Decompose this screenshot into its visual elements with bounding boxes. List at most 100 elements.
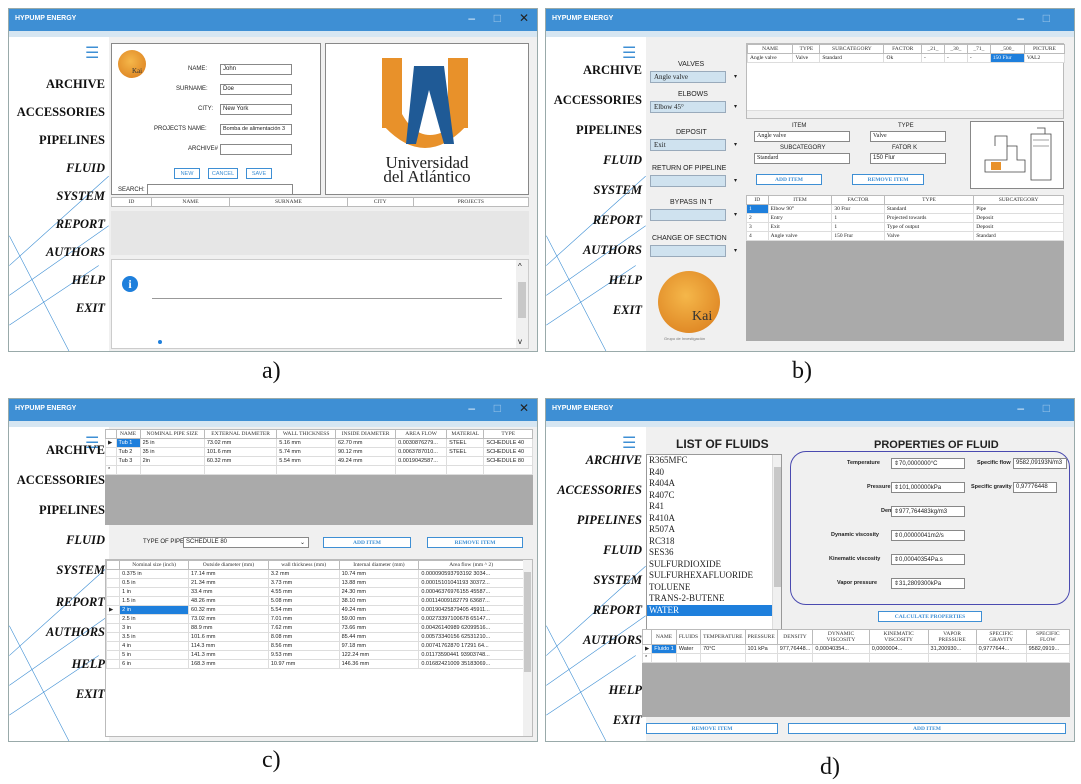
table-cell[interactable]: Water	[675, 644, 702, 654]
table-cell[interactable]: 7.62 mm	[267, 623, 340, 633]
fluid-list-item[interactable]: R40	[647, 467, 781, 479]
table-cell[interactable]: SCHEDULE 40	[483, 438, 533, 448]
table-cell[interactable]: 0.00573340156 62531210...	[418, 632, 524, 642]
new-button[interactable]: NEW	[174, 168, 200, 179]
nav-authors[interactable]: AUTHORS	[46, 625, 105, 640]
column-header[interactable]: KINEMATIC VISCOSITY	[868, 629, 929, 645]
table-cell[interactable]: Tub 1	[115, 438, 141, 448]
row-selector[interactable]	[106, 650, 121, 660]
column-header[interactable]: SURNAME	[229, 197, 348, 207]
add-item-button[interactable]: ADD ITEM	[756, 174, 822, 185]
add-item-button[interactable]: ADD ITEM	[323, 537, 411, 548]
minimize-button[interactable]: –	[468, 11, 475, 25]
table-row[interactable]: 3 Exit 1 Type of output Deposit	[746, 222, 1064, 232]
column-header[interactable]: SUBCATEGORY	[973, 195, 1064, 205]
table-cell[interactable]: Angle valve	[767, 231, 833, 241]
table-cell[interactable]: 141.3 mm	[188, 650, 269, 660]
table-cell[interactable]: 8.08 mm	[267, 632, 340, 642]
table-cell[interactable]: Ok	[883, 53, 923, 63]
row-selector[interactable]	[106, 623, 121, 633]
table-cell[interactable]: 73.02 mm	[188, 614, 269, 624]
table-cell[interactable]	[868, 653, 929, 663]
unit-select[interactable]: °C	[931, 461, 938, 467]
row-selector[interactable]	[106, 641, 121, 651]
hamburger-menu-icon[interactable]: ☰	[85, 43, 99, 63]
table-cell[interactable]: 4 in	[119, 641, 190, 651]
table-cell[interactable]	[334, 465, 397, 475]
column-header[interactable]: PICTURE	[1023, 44, 1066, 54]
table-cell[interactable]	[395, 465, 448, 475]
table-cell[interactable]	[975, 653, 1027, 663]
column-header[interactable]: MATERIAL	[446, 429, 485, 439]
table-cell[interactable]: 17.14 mm	[188, 569, 269, 579]
table-cell[interactable]: 38.10 mm	[338, 596, 420, 606]
density-input[interactable]: ⇕977,764483kg/m3	[891, 506, 965, 517]
type-field[interactable]: Valve	[870, 131, 946, 142]
nav-authors[interactable]: AUTHORS	[583, 633, 642, 648]
column-header[interactable]: DYNAMIC VISCOSITY	[812, 629, 870, 645]
table-cell[interactable]: 0.00426140989 62099516...	[418, 623, 524, 633]
unit-select[interactable]: m2/s	[931, 533, 944, 539]
table-row[interactable]: 0.5 in 21.34 mm 3.73 mm 13.88 mm 0.000151010…	[106, 578, 524, 588]
nav-help[interactable]: HELP	[609, 273, 642, 288]
table-cell[interactable]: 10.74 mm	[338, 569, 420, 579]
nav-pipelines[interactable]: PIPELINES	[39, 503, 105, 518]
table-row[interactable]: 6 in 168.3 mm 10.97 mm 146.36 mm 0.016824210…	[106, 659, 524, 669]
table-cell[interactable]: 7.01 mm	[267, 614, 340, 624]
table-cell[interactable]: 31,200930...	[927, 644, 977, 654]
table-cell[interactable]: 49.24 mm	[334, 456, 397, 466]
table-cell[interactable]: 0.01682421009 35183069...	[418, 659, 524, 669]
table-cell[interactable]: 25 in	[139, 438, 205, 448]
cancel-button[interactable]: CANCEL	[208, 168, 238, 179]
table-cell[interactable]: 88.9 mm	[188, 623, 269, 633]
nav-exit[interactable]: EXIT	[76, 687, 105, 702]
table-cell[interactable]: 0.0019042587...	[395, 456, 448, 466]
table-cell[interactable]: Elbow 90°	[767, 204, 833, 214]
temperature-input[interactable]: ⇕70,0000000°C	[891, 458, 965, 469]
table-cell[interactable]: 21.34 mm	[188, 578, 269, 588]
table-cell[interactable]: 3	[746, 222, 769, 232]
table-row[interactable]: 3.5 in 101.6 mm 8.08 mm 85.44 mm 0.005733401…	[106, 632, 524, 642]
table-cell[interactable]: 5.54 mm	[267, 605, 340, 615]
table-cell[interactable]: 62.70 mm	[334, 438, 397, 448]
bypass-select[interactable]: ▾	[650, 209, 737, 221]
column-header[interactable]: _500_	[989, 44, 1025, 54]
table-cell[interactable]: 3.73 mm	[267, 578, 340, 588]
nav-archive[interactable]: ARCHIVE	[586, 453, 642, 468]
table-cell[interactable]: 2in	[139, 456, 205, 466]
table-cell[interactable]: 10.97 mm	[267, 659, 340, 669]
info-scrollbar[interactable]: ^ v	[516, 260, 528, 348]
maximize-button[interactable]: □	[494, 11, 501, 25]
column-header[interactable]: NAME	[150, 197, 231, 207]
table-row[interactable]: 0.375 in 17.14 mm 3.2 mm 10.74 mm 0.00009059…	[106, 569, 524, 579]
table-cell[interactable]: 5.16 mm	[276, 438, 336, 448]
return-pipeline-select[interactable]: ▾	[650, 175, 737, 187]
nav-system[interactable]: SYSTEM	[56, 563, 105, 578]
nav-pipelines[interactable]: PIPELINES	[576, 123, 642, 138]
column-header[interactable]: Outside diameter (mm)	[188, 560, 269, 570]
nav-fluid[interactable]: FLUID	[603, 153, 642, 168]
fluid-list-item[interactable]: R507A	[647, 524, 781, 536]
subcategory-field[interactable]: Standard	[754, 153, 850, 164]
nav-help[interactable]: HELP	[609, 683, 642, 698]
table-cell[interactable]: 70°C	[700, 644, 746, 654]
nav-fluid[interactable]: FLUID	[66, 533, 105, 548]
table-cell[interactable]: 0,9777644...	[975, 644, 1027, 654]
table-cell[interactable]	[203, 465, 278, 475]
fluid-list-item[interactable]: R407C	[647, 490, 781, 502]
table-cell[interactable]: 0.5 in	[119, 578, 190, 588]
table-cell[interactable]: 5.74 mm	[276, 447, 336, 457]
nav-help[interactable]: HELP	[72, 657, 105, 672]
remove-item-button[interactable]: REMOVE ITEM	[646, 723, 778, 734]
column-header[interactable]: ITEM	[767, 195, 833, 205]
table-cell[interactable]: 3.2 mm	[267, 569, 340, 579]
table-cell[interactable]: 9582,0919...	[1025, 644, 1071, 654]
table-cell[interactable]: 0.00114009182779 63687...	[418, 596, 524, 606]
column-header[interactable]: _21_	[921, 44, 945, 54]
table-cell[interactable]: 0.00046376976155 45587...	[418, 587, 524, 597]
column-header[interactable]: EXTERNAL DIAMETER	[203, 429, 278, 439]
table-cell[interactable]	[483, 465, 533, 475]
table-cell[interactable]: 85.44 mm	[338, 632, 420, 642]
table-cell[interactable]: 13.88 mm	[338, 578, 420, 588]
column-header[interactable]: Area flow (mm ^ 2)	[418, 560, 524, 570]
